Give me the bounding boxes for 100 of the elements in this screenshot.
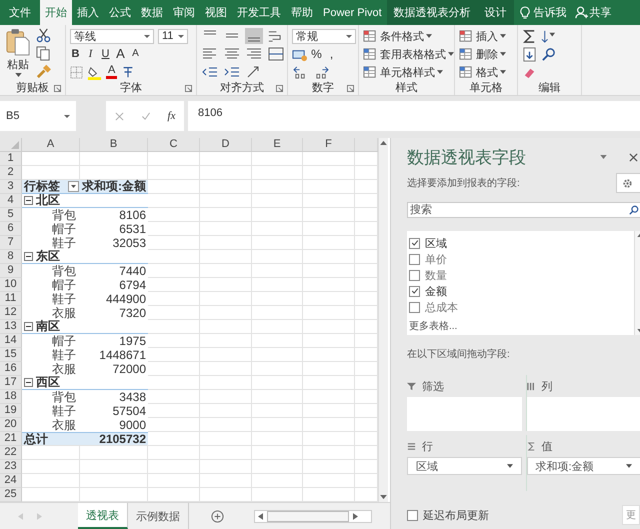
area-field-item[interactable]: 求和项:金额	[526, 457, 640, 475]
row-number[interactable]: 5	[0, 208, 22, 222]
ribbon-tab[interactable]: 开始	[40, 0, 72, 25]
close-icon[interactable]	[629, 152, 638, 162]
column-header[interactable]: B	[80, 138, 148, 151]
format-button[interactable]: B	[70, 47, 81, 61]
row-number[interactable]: 25	[0, 488, 22, 502]
vertical-align-icon[interactable]	[245, 28, 263, 44]
row-number[interactable]: 23	[0, 460, 22, 474]
sheet-tab[interactable]: 透视表	[78, 503, 128, 529]
fill-down-icon[interactable]	[522, 46, 537, 62]
row-number[interactable]: 11	[0, 292, 22, 306]
row-number[interactable]: 15	[0, 348, 22, 362]
font-size-field[interactable]: 11	[158, 28, 188, 44]
scroll-up-icon[interactable]	[380, 140, 387, 145]
font-name-field[interactable]: 等线	[70, 28, 154, 44]
more-tables-link[interactable]: 更多表格...	[409, 319, 634, 333]
row-number[interactable]: 14	[0, 334, 22, 348]
row-number[interactable]: 12	[0, 306, 22, 320]
ribbon-button[interactable]: 条件格式	[363, 28, 454, 44]
ribbon-button[interactable]: 格式	[459, 64, 506, 80]
launcher-icon[interactable]	[347, 85, 354, 92]
ribbon-tab[interactable]: 开发工具	[232, 0, 286, 25]
row-number[interactable]: 18	[0, 390, 22, 404]
sheet-tab[interactable]: 示例数据	[128, 503, 189, 529]
font-color-button[interactable]: A	[106, 65, 118, 79]
filter-dropdown-icon[interactable]	[68, 181, 79, 192]
number-style-button[interactable]: ,	[326, 47, 337, 61]
area-field-item[interactable]: 区域	[407, 457, 522, 475]
fill-color-icon[interactable]	[87, 64, 102, 80]
font-size-step-button[interactable]: A	[130, 47, 141, 61]
defer-update-checkbox[interactable]	[407, 510, 418, 520]
sum-icon[interactable]	[522, 28, 537, 44]
number-style-button[interactable]: %	[311, 47, 322, 61]
collapse-icon[interactable]	[24, 322, 33, 331]
ribbon-button[interactable]: 插入	[459, 28, 506, 44]
row-number[interactable]: 13	[0, 320, 22, 334]
add-sheet-icon[interactable]	[211, 510, 224, 522]
row-number[interactable]: 20	[0, 418, 22, 432]
search-field[interactable]: 搜索	[407, 202, 640, 218]
ribbon-tab[interactable]: 文件	[0, 0, 40, 25]
scroll-right-icon[interactable]	[353, 512, 358, 520]
format-button[interactable]: U	[100, 47, 111, 61]
font-size-step-button[interactable]: A	[115, 47, 126, 61]
ribbon-tab[interactable]: 数据透视表分析	[386, 0, 478, 25]
row-number[interactable]: 22	[0, 446, 22, 460]
row-number[interactable]: 4	[0, 194, 22, 208]
collapse-icon[interactable]	[24, 378, 33, 387]
copy-icon[interactable]	[36, 46, 51, 61]
row-number[interactable]: 19	[0, 404, 22, 418]
paste-button[interactable]: 粘贴	[4, 28, 32, 80]
row-number[interactable]: 2	[0, 166, 22, 180]
search-icon[interactable]	[629, 205, 639, 215]
ribbon-tab[interactable]: 设计	[478, 0, 514, 25]
field-checkbox[interactable]	[409, 286, 420, 296]
drop-zone[interactable]: 区域	[407, 457, 522, 491]
scroll-left-icon[interactable]	[258, 512, 263, 520]
format-button[interactable]: I	[85, 47, 96, 61]
search-icon[interactable]	[541, 46, 556, 62]
column-header[interactable]: A	[22, 138, 80, 151]
collapse-icon[interactable]	[24, 252, 33, 261]
wrap-text-icon[interactable]	[267, 28, 282, 44]
field-checkbox[interactable]	[409, 254, 420, 264]
share-button[interactable]: 共享	[590, 5, 612, 20]
ribbon-button[interactable]: 套用表格格式	[363, 46, 454, 62]
row-number[interactable]: 8	[0, 250, 22, 264]
column-header[interactable]: C	[148, 138, 200, 151]
column-header[interactable]: F	[303, 138, 355, 151]
launcher-icon[interactable]	[54, 85, 61, 92]
row-number[interactable]: 7	[0, 236, 22, 250]
field-checkbox[interactable]	[409, 302, 420, 312]
row-number[interactable]: 6	[0, 222, 22, 236]
tell-me-link[interactable]: 告诉我	[534, 5, 567, 20]
launcher-icon[interactable]	[185, 85, 192, 92]
vertical-scrollbar[interactable]	[378, 138, 388, 502]
ribbon-tab[interactable]: 审阅	[168, 0, 200, 25]
row-number[interactable]: 3	[0, 180, 22, 194]
check-icon[interactable]	[140, 112, 151, 120]
ribbon-tab[interactable]: 视图	[200, 0, 232, 25]
tools-button[interactable]	[616, 173, 640, 193]
ribbon-tab[interactable]: 公式	[104, 0, 136, 25]
column-header[interactable]: E	[252, 138, 303, 151]
row-number[interactable]: 16	[0, 362, 22, 376]
row-number[interactable]: 1	[0, 152, 22, 166]
merge-cells-icon[interactable]	[267, 46, 285, 62]
ribbon-tab[interactable]: 数据	[136, 0, 168, 25]
field-checkbox[interactable]	[409, 270, 420, 280]
ribbon-tab[interactable]: 插入	[72, 0, 104, 25]
row-number[interactable]: 9	[0, 264, 22, 278]
ribbon-button[interactable]: 单元格样式	[363, 64, 454, 80]
ribbon-tab[interactable]: Power Pivot	[318, 0, 387, 25]
lightbulb-icon[interactable]	[520, 6, 530, 20]
sort-icon[interactable]	[541, 28, 556, 44]
row-number[interactable]: 21	[0, 432, 22, 446]
collapse-icon[interactable]	[24, 196, 33, 205]
name-box[interactable]: B5	[0, 101, 76, 131]
row-number[interactable]: 10	[0, 278, 22, 292]
launcher-icon[interactable]	[276, 85, 283, 92]
insert-function-button[interactable]: fx	[168, 110, 176, 122]
row-number[interactable]: 17	[0, 376, 22, 390]
